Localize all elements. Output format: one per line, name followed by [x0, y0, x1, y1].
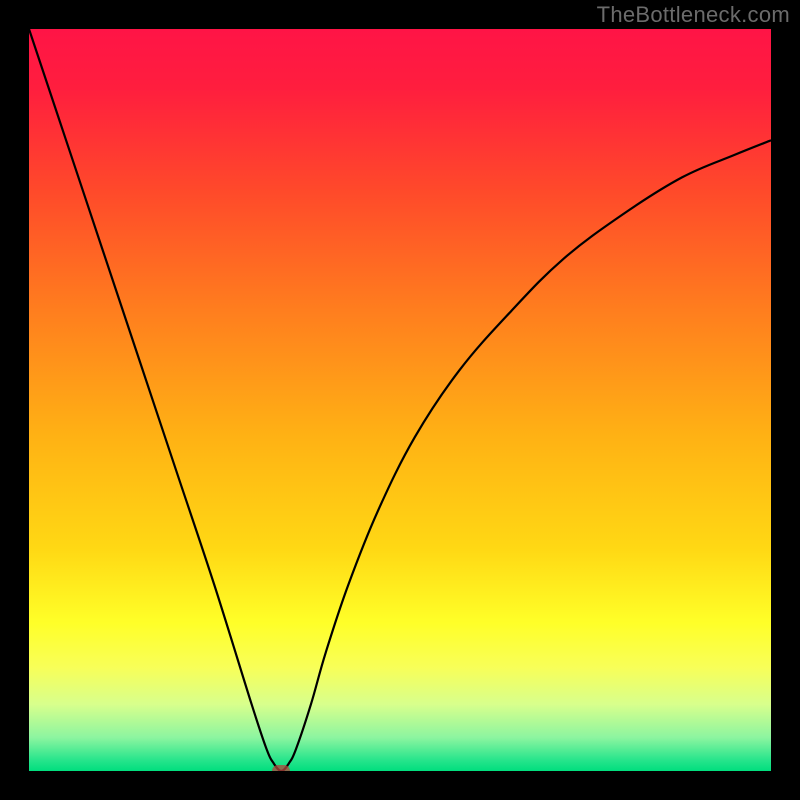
- bottleneck-curve: [29, 29, 771, 771]
- curve-layer: [29, 29, 771, 771]
- min-marker: [272, 765, 290, 771]
- watermark-text: TheBottleneck.com: [597, 2, 790, 28]
- chart-container: TheBottleneck.com: [0, 0, 800, 800]
- plot-area: [29, 29, 771, 771]
